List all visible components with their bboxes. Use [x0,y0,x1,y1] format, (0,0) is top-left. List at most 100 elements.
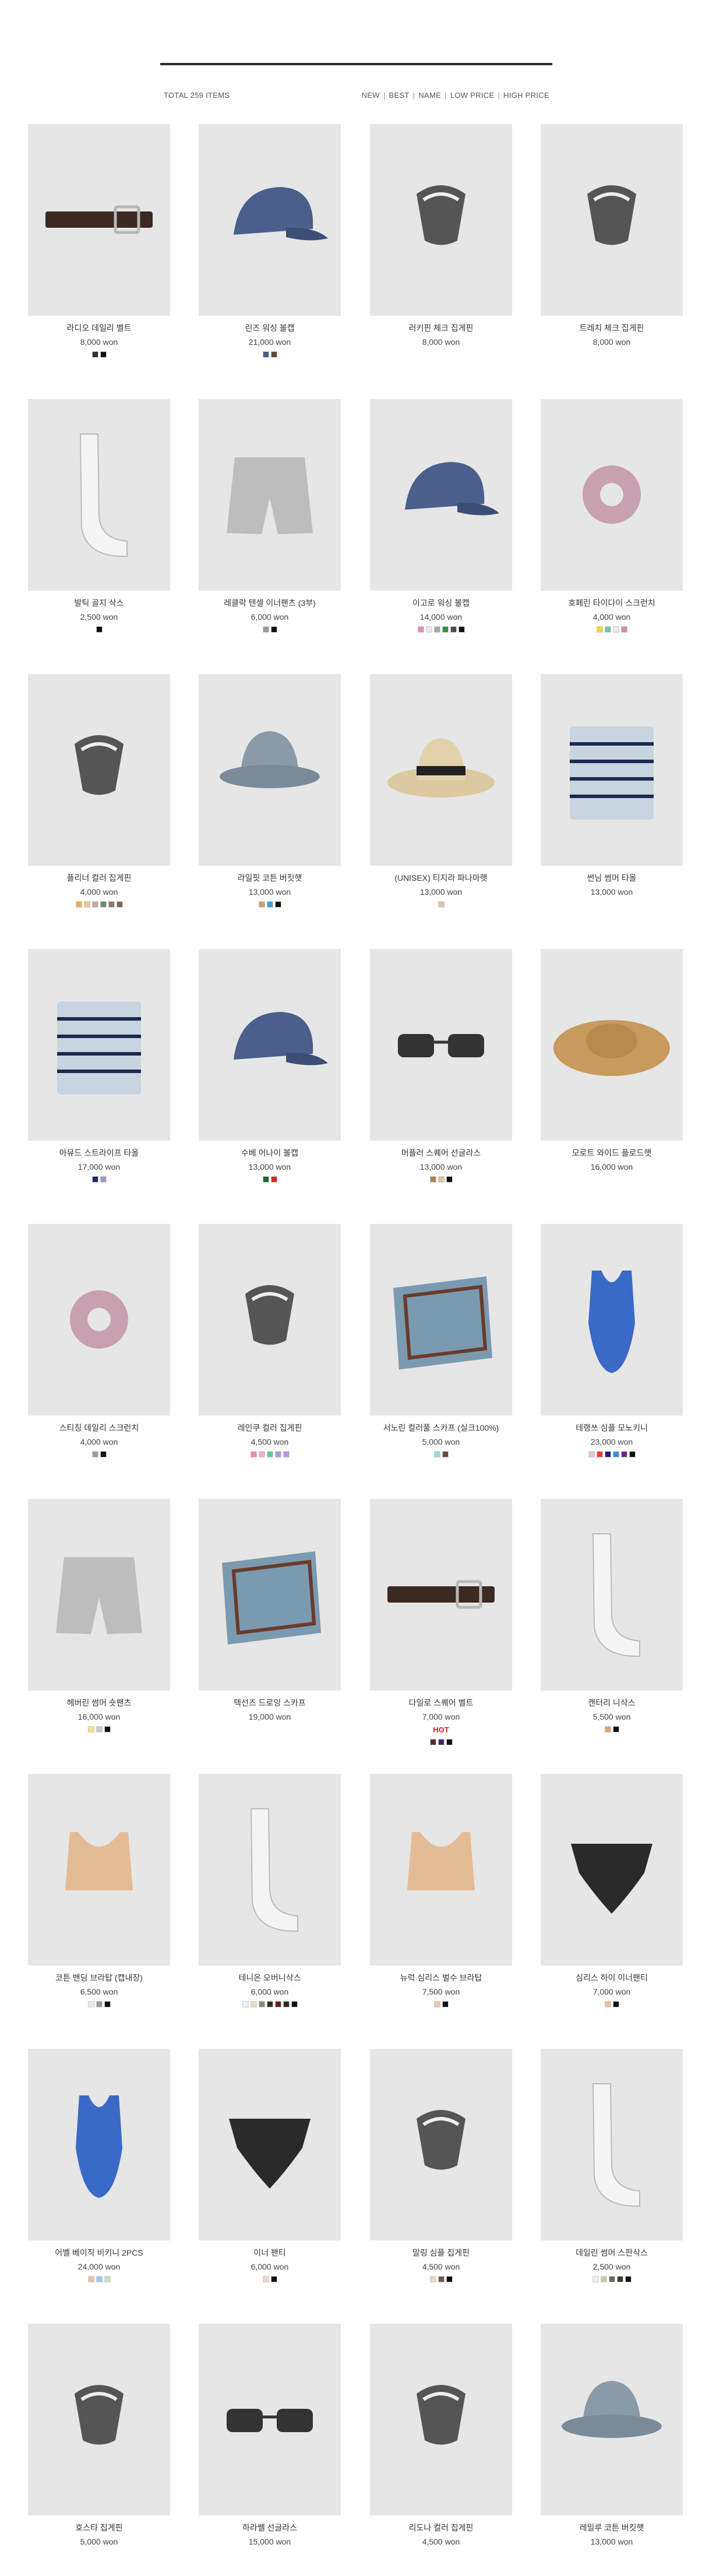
product-name[interactable]: 헤버린 썸머 숏팬츠 [28,1698,170,1708]
product-image[interactable] [28,674,170,866]
product-name[interactable]: 이고로 워싱 볼캡 [370,598,512,608]
product-image[interactable] [199,2324,341,2515]
product-name[interactable]: 라일핏 코튼 버킷햇 [199,873,341,883]
product-name[interactable]: 레인쿠 컬러 집게핀 [199,1423,341,1433]
product-card[interactable]: 테랭쓰 심플 모노키니 23,000 won [541,1224,683,1458]
product-image[interactable] [541,399,683,591]
product-image[interactable] [370,124,512,316]
product-image[interactable] [28,949,170,1141]
product-image[interactable] [199,949,341,1141]
product-name[interactable]: 어벨 베이직 비키니 2PCS [28,2247,170,2258]
product-card[interactable]: 이너 팬티 6,000 won [199,2049,341,2282]
product-name[interactable]: 호페린 타이다이 스크런치 [541,598,683,608]
product-card[interactable]: 하라쎌 선글라스 15,000 won [199,2324,341,2557]
product-name[interactable]: 테니온 오버니삭스 [199,1972,341,1983]
product-name[interactable]: 코튼 밴딩 브라탑 (캡내장) [28,1972,170,1983]
sort-new[interactable]: NEW [362,91,380,100]
product-card[interactable]: 호페린 타이다이 스크런치 4,000 won [541,399,683,633]
product-name[interactable]: 서노린 컬러풀 스카프 (실크100%) [370,1423,512,1433]
product-card[interactable]: 테니온 오버니삭스 6,000 won [199,1774,341,2007]
product-name[interactable]: 텍선즈 드로잉 스카프 [199,1698,341,1708]
product-name[interactable]: 린즈 워싱 볼캡 [199,323,341,333]
sort-high-price[interactable]: HIGH PRICE [503,91,549,100]
product-image[interactable] [28,399,170,591]
product-image[interactable] [199,674,341,866]
product-card[interactable]: 모로트 와이드 플로드햇 16,000 won [541,949,683,1183]
product-name[interactable]: (UNISEX) 티지라 파나마햇 [370,873,512,883]
product-image[interactable] [199,399,341,591]
product-name[interactable]: 레밀루 코튼 버킷햇 [541,2522,683,2533]
product-image[interactable] [370,399,512,591]
product-name[interactable]: 하라쎌 선글라스 [199,2522,341,2533]
product-image[interactable] [370,2049,512,2240]
product-image[interactable] [541,124,683,316]
product-image[interactable] [28,2324,170,2515]
product-name[interactable]: 수베 어나이 볼캡 [199,1148,341,1158]
product-image[interactable] [28,124,170,316]
product-name[interactable]: 호스타 집게핀 [28,2522,170,2533]
product-name[interactable]: 모로트 와이드 플로드햇 [541,1148,683,1158]
product-image[interactable] [370,2324,512,2515]
product-card[interactable]: 코튼 밴딩 브라탑 (캡내장) 6,500 won [28,1774,170,2007]
product-card[interactable]: 플리너 컬러 집게핀 4,000 won [28,674,170,908]
product-name[interactable]: 리도나 컬러 집게핀 [370,2522,512,2533]
product-name[interactable]: 아뮤드 스트라이프 타올 [28,1148,170,1158]
product-image[interactable] [541,674,683,866]
product-image[interactable] [541,1774,683,1965]
product-name[interactable]: 머플러 스퀘어 선글라스 [370,1148,512,1158]
product-card[interactable]: 라디오 데일리 벨트 8,000 won [28,124,170,358]
product-card[interactable]: 린즈 워싱 볼캡 21,000 won [199,124,341,358]
product-name[interactable]: 다일로 스퀘어 벨트 [370,1698,512,1708]
product-card[interactable]: 이고로 워싱 볼캡 14,000 won [370,399,512,633]
product-name[interactable]: 썬님 썸머 타올 [541,873,683,883]
product-name[interactable]: 이너 팬티 [199,2247,341,2258]
product-name[interactable]: 러키핀 체크 집게핀 [370,323,512,333]
product-image[interactable] [199,2049,341,2240]
sort-name[interactable]: NAME [418,91,441,100]
product-name[interactable]: 스티칭 데일리 스크런치 [28,1423,170,1433]
product-image[interactable] [370,1499,512,1691]
product-card[interactable]: 레밀루 코튼 버킷햇 13,000 won [541,2324,683,2557]
product-image[interactable] [370,949,512,1141]
product-card[interactable]: 호스타 집게핀 5,000 won [28,2324,170,2557]
sort-low-price[interactable]: LOW PRICE [450,91,495,100]
product-name[interactable]: 심리스 하이 이너팬티 [541,1972,683,1983]
product-card[interactable]: 수베 어나이 볼캡 13,000 won [199,949,341,1183]
product-card[interactable]: 뉴럭 심리스 벌수 브라탑 7,500 won [370,1774,512,2007]
product-card[interactable]: 말링 심플 집게핀 4,500 won [370,2049,512,2282]
product-image[interactable] [199,124,341,316]
product-card[interactable]: 라일핏 코튼 버킷햇 13,000 won [199,674,341,908]
sort-best[interactable]: BEST [389,91,410,100]
product-card[interactable]: 머플러 스퀘어 선글라스 13,000 won [370,949,512,1183]
product-image[interactable] [541,1499,683,1691]
product-card[interactable]: 스티칭 데일리 스크런치 4,000 won [28,1224,170,1458]
product-card[interactable]: 아뮤드 스트라이프 타올 17,000 won [28,949,170,1183]
product-image[interactable] [199,1224,341,1416]
product-card[interactable]: 러키핀 체크 집게핀 8,000 won [370,124,512,358]
product-image[interactable] [199,1774,341,1965]
product-name[interactable]: 테랭쓰 심플 모노키니 [541,1423,683,1433]
product-card[interactable]: 트레치 체크 집게핀 8,000 won [541,124,683,358]
product-card[interactable]: (UNISEX) 티지라 파나마햇 13,000 won [370,674,512,908]
product-name[interactable]: 트레치 체크 집게핀 [541,323,683,333]
product-name[interactable]: 플리너 컬러 집게핀 [28,873,170,883]
product-image[interactable] [370,1224,512,1416]
product-image[interactable] [370,1774,512,1965]
product-card[interactable]: 헤버린 썸머 숏팬츠 16,000 won [28,1499,170,1732]
product-card[interactable]: 리도나 컬러 집게핀 4,500 won [370,2324,512,2557]
product-name[interactable]: 라디오 데일리 벨트 [28,323,170,333]
product-name[interactable]: 뉴럭 심리스 벌수 브라탑 [370,1972,512,1983]
product-card[interactable]: 캔터리 니삭스 5,500 won [541,1499,683,1732]
product-image[interactable] [199,1499,341,1691]
product-card[interactable]: 레인쿠 컬러 집게핀 4,500 won [199,1224,341,1458]
product-name[interactable]: 데일린 썸머 스판삭스 [541,2247,683,2258]
product-card[interactable]: 레클락 텐셀 이너팬츠 (3부) 6,000 won [199,399,341,633]
product-name[interactable]: 발틱 골지 삭스 [28,598,170,608]
product-image[interactable] [541,2049,683,2240]
product-card[interactable]: 어벨 베이직 비키니 2PCS 24,000 won [28,2049,170,2282]
product-image[interactable] [28,1774,170,1965]
product-image[interactable] [28,1499,170,1691]
product-name[interactable]: 캔터리 니삭스 [541,1698,683,1708]
product-image[interactable] [370,674,512,866]
product-image[interactable] [541,1224,683,1416]
